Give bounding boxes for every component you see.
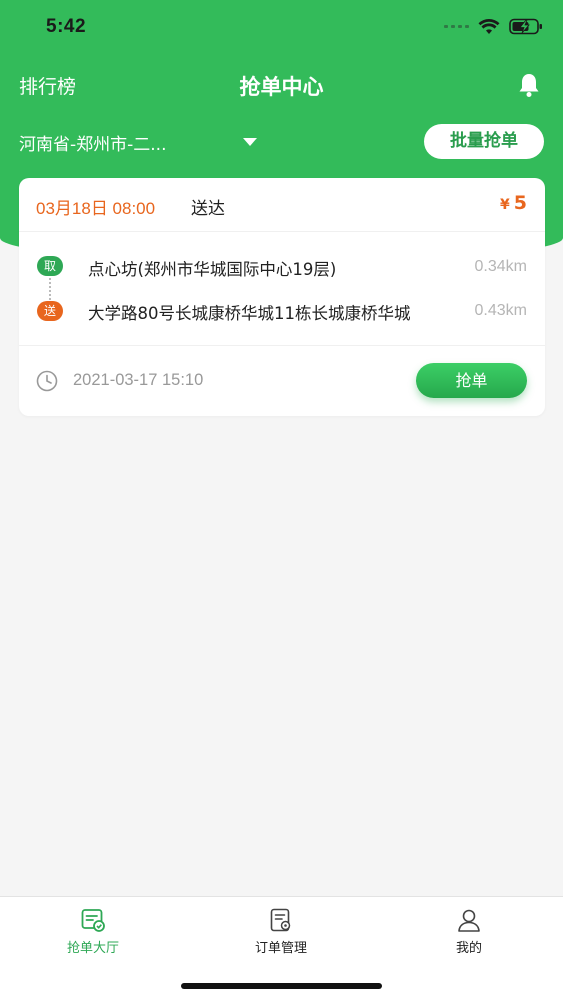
battery-charging-icon (509, 18, 542, 35)
pickup-address: 点心坊(郑州市华城国际中心19层) (88, 260, 337, 279)
delivery-label: 送达 (191, 199, 225, 219)
order-manage-icon (270, 908, 291, 932)
tab-profile[interactable]: 我的 (409, 907, 529, 956)
region-filter-row: 河南省-郑州市-二... 批量抢单 (0, 122, 563, 162)
tab-order-management[interactable]: 订单管理 (221, 907, 341, 956)
delivery-time: 03月18日 08:00 (36, 199, 156, 218)
route-connector (49, 278, 51, 300)
nav-bar: 排行榜 抢单中心 (0, 62, 563, 108)
grab-hall-icon (81, 909, 105, 932)
page-title: 抢单中心 (239, 75, 324, 99)
tab-grab-hall[interactable]: 抢单大厅 (33, 907, 153, 956)
pickup-badge: 取 (37, 256, 63, 276)
tab-label: 我的 (455, 941, 482, 956)
order-card[interactable]: 03月18日 08:00 送达 ¥5 取 送 点心坊(郑州市华城国际中心19层)… (19, 178, 545, 416)
price-value: 5 (513, 192, 527, 214)
signal-icon (444, 25, 469, 28)
dropoff-badge: 送 (37, 301, 63, 321)
wifi-icon (478, 18, 500, 34)
grab-order-button[interactable]: 抢单 (416, 363, 527, 398)
clock-icon (36, 370, 58, 392)
region-selector[interactable]: 河南省-郑州市-二... (19, 130, 209, 155)
tab-label: 抢单大厅 (66, 941, 119, 956)
home-indicator (181, 983, 382, 989)
pickup-distance: 0.34km (474, 258, 527, 275)
tab-label: 订单管理 (254, 941, 307, 956)
profile-icon (458, 909, 480, 932)
currency-symbol: ¥ (500, 197, 510, 213)
status-bar: 5:42 (0, 0, 563, 56)
status-time: 5:42 (46, 16, 87, 37)
dropoff-address: 大学路80号长城康桥华城11栋长城康桥华城 (88, 304, 411, 323)
order-route: 取 送 点心坊(郑州市华城国际中心19层) 0.34km 大学路80号长城康桥华… (19, 238, 545, 346)
status-icons (444, 18, 543, 35)
bell-icon[interactable] (517, 72, 541, 98)
order-time: 2021-03-17 15:10 (73, 371, 204, 389)
order-card-header: 03月18日 08:00 送达 ¥5 (19, 178, 545, 232)
dropoff-distance: 0.43km (474, 302, 527, 319)
caret-down-icon[interactable] (243, 138, 257, 146)
batch-grab-button[interactable]: 批量抢单 (424, 124, 544, 159)
order-card-footer: 2021-03-17 15:10 抢单 (19, 348, 545, 416)
order-price: ¥5 (500, 192, 527, 214)
